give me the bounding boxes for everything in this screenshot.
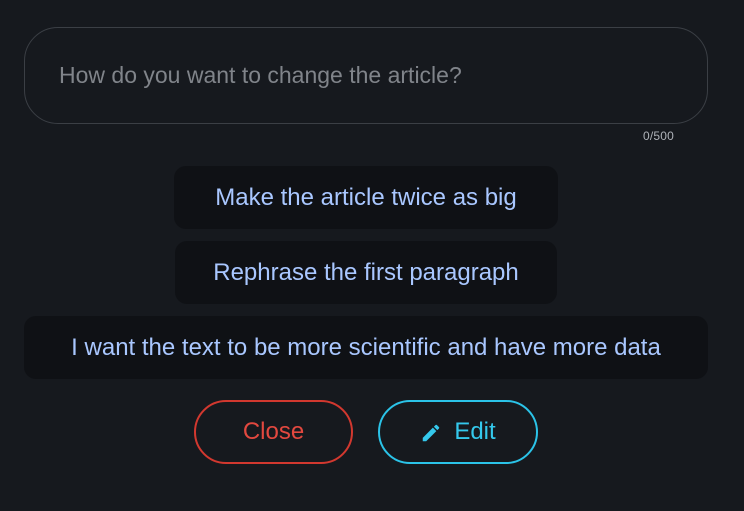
prompt-input[interactable] <box>59 28 659 123</box>
close-button-label: Close <box>242 418 305 445</box>
prompt-field-container[interactable] <box>24 27 708 124</box>
suggestion-chip[interactable]: Make the article twice as big <box>174 166 558 229</box>
edit-button[interactable]: Edit <box>378 400 538 464</box>
suggestion-chip[interactable]: Rephrase the first paragraph <box>175 241 557 304</box>
edit-button-label: Edit <box>454 418 496 445</box>
character-counter: 0/500 <box>642 129 674 143</box>
close-button[interactable]: Close <box>194 400 353 464</box>
suggestion-chip[interactable]: I want the text to be more scientific an… <box>24 316 708 379</box>
pencil-icon <box>420 422 442 444</box>
